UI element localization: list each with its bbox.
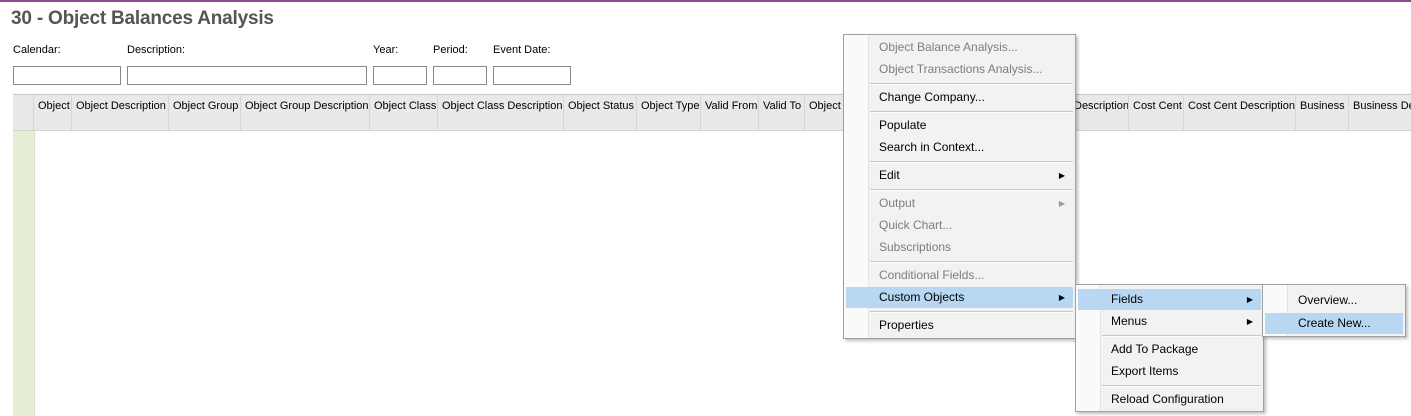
event-date-input[interactable] [493, 66, 571, 85]
menu-item-fields[interactable]: Fields ▶ [1078, 289, 1261, 310]
menu-separator [870, 261, 1073, 263]
menu-item-reload-configuration[interactable]: Reload Configuration [1078, 389, 1261, 410]
column-header[interactable]: Object Type [637, 95, 701, 131]
menu-item-label: Menus [1111, 314, 1148, 328]
column-header[interactable]: Cost Cent [1129, 95, 1184, 131]
menu-item-change-company[interactable]: Change Company... [846, 87, 1073, 108]
menu-separator [870, 83, 1073, 85]
menu-item-populate[interactable]: Populate [846, 115, 1073, 136]
row-selector-column [13, 131, 35, 416]
column-header[interactable]: Business [1296, 95, 1349, 131]
column-header[interactable]: Description [1070, 95, 1129, 131]
menu-item-custom-objects[interactable]: Custom Objects ▶ [846, 287, 1073, 308]
description-label: Description: [127, 44, 186, 56]
menu-separator [1102, 335, 1261, 337]
column-header[interactable]: Cost Cent Description [1184, 95, 1296, 131]
submenu-arrow-icon: ▶ [1058, 171, 1065, 180]
column-header[interactable]: Object Status [564, 95, 637, 131]
description-input[interactable] [127, 66, 367, 85]
grid-header: Object Object Description Object Group O… [13, 94, 1411, 131]
calendar-label: Calendar: [13, 44, 61, 56]
menu-item-edit[interactable]: Edit ▶ [846, 165, 1073, 186]
menu-separator [870, 111, 1073, 113]
column-header[interactable]: Object Description [72, 95, 169, 131]
menu-item-object-transactions-analysis[interactable]: Object Transactions Analysis... [846, 59, 1073, 80]
column-header[interactable]: Object Class Description [438, 95, 564, 131]
menu-item-output[interactable]: Output ▶ [846, 193, 1073, 214]
menu-item-quick-chart[interactable]: Quick Chart... [846, 215, 1073, 236]
menu-separator [870, 189, 1073, 191]
year-input[interactable] [373, 66, 427, 85]
menu-separator [870, 161, 1073, 163]
column-header[interactable]: Object [34, 95, 72, 131]
menu-item-label: Edit [879, 168, 900, 182]
fields-submenu: Overview... Create New... [1262, 284, 1406, 337]
period-label: Period: [433, 44, 468, 56]
column-header[interactable]: Object Group Description [241, 95, 370, 131]
column-header[interactable]: Object Class [370, 95, 438, 131]
menu-item-search-in-context[interactable]: Search in Context... [846, 137, 1073, 158]
top-accent-line [0, 0, 1411, 2]
period-input[interactable] [433, 66, 487, 85]
menu-item-conditional-fields[interactable]: Conditional Fields... [846, 265, 1073, 286]
column-header[interactable]: Object Group [169, 95, 241, 131]
year-label: Year: [373, 44, 399, 56]
menu-item-subscriptions[interactable]: Subscriptions [846, 237, 1073, 258]
menu-separator [870, 311, 1073, 313]
menu-item-label: Output [879, 196, 916, 210]
menu-item-overview[interactable]: Overview... [1265, 290, 1403, 311]
submenu-arrow-icon: ▶ [1246, 295, 1253, 304]
event-date-label: Event Date: [493, 44, 551, 56]
menu-item-object-balance-analysis[interactable]: Object Balance Analysis... [846, 37, 1073, 58]
menu-separator [1102, 385, 1261, 387]
menu-item-menus[interactable]: Menus ▶ [1078, 311, 1261, 332]
custom-objects-submenu: Fields ▶ Menus ▶ Add To Package Export I… [1075, 284, 1264, 412]
context-menu: Object Balance Analysis... Object Transa… [843, 34, 1076, 339]
page-title: 30 - Object Balances Analysis [11, 8, 274, 29]
column-header[interactable]: Valid To [759, 95, 805, 131]
calendar-input[interactable] [13, 66, 121, 85]
menu-item-label: Custom Objects [879, 290, 965, 304]
column-header[interactable]: Valid From [701, 95, 759, 131]
menu-item-add-to-package[interactable]: Add To Package [1078, 339, 1261, 360]
submenu-arrow-icon: ▶ [1058, 293, 1065, 302]
submenu-arrow-icon: ▶ [1058, 199, 1065, 208]
submenu-arrow-icon: ▶ [1246, 317, 1253, 326]
row-selector-header[interactable] [13, 95, 34, 131]
menu-item-properties[interactable]: Properties [846, 315, 1073, 336]
menu-item-label: Fields [1111, 292, 1144, 306]
menu-item-create-new[interactable]: Create New... [1265, 313, 1403, 334]
column-header[interactable]: Business De [1349, 95, 1411, 131]
menu-item-export-items[interactable]: Export Items [1078, 361, 1261, 382]
